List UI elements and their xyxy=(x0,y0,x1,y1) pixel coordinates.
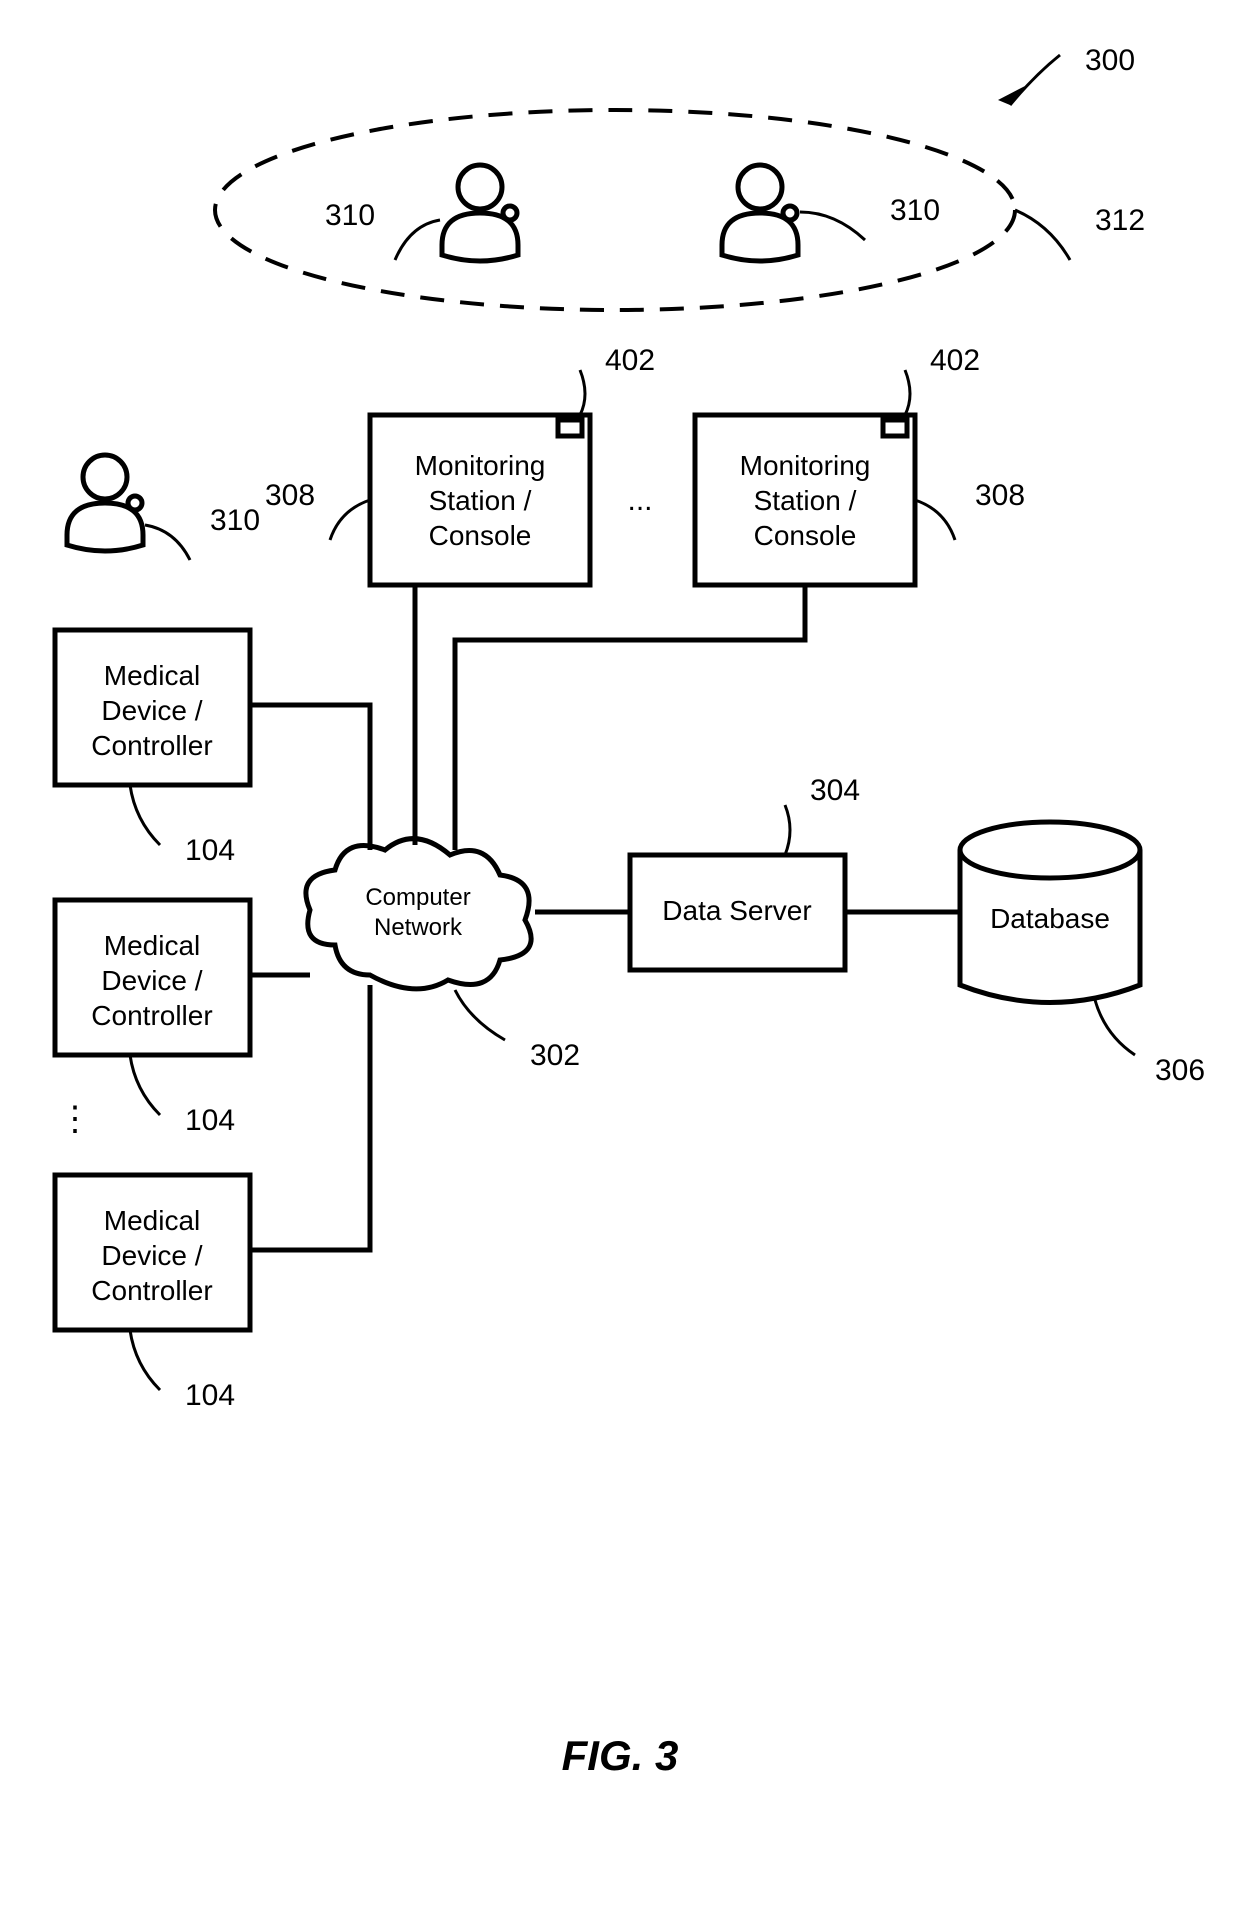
medical-device-box: Medical Device / Controller xyxy=(55,630,250,785)
ref-306: 306 xyxy=(1155,1054,1205,1087)
leader-402 xyxy=(580,370,585,415)
ref-304: 304 xyxy=(810,774,860,807)
monitoring-line1: Monitoring xyxy=(740,450,871,481)
monitoring-line2: Station / xyxy=(754,485,857,516)
ref-402: 402 xyxy=(930,344,980,377)
leader-312 xyxy=(1015,210,1070,260)
leader-302 xyxy=(455,990,505,1040)
ref-312: 312 xyxy=(1095,204,1145,237)
monitoring-line3: Console xyxy=(429,520,532,551)
monitoring-station-box: Monitoring Station / Console xyxy=(695,415,915,585)
svg-text:Medical: Medical xyxy=(104,930,200,961)
user-icon xyxy=(722,165,798,261)
svg-text:Data Server: Data Server xyxy=(662,895,811,926)
ref-308: 308 xyxy=(975,479,1025,512)
leader-306 xyxy=(1095,1000,1135,1055)
ref-310: 310 xyxy=(890,194,940,227)
svg-text:Medical: Medical xyxy=(104,660,200,691)
user-icon xyxy=(67,455,143,551)
leader-104 xyxy=(130,785,160,845)
connector xyxy=(455,585,805,850)
cloud-network: Computer Network xyxy=(306,839,531,989)
leader-402 xyxy=(905,370,910,415)
svg-text:Device /: Device / xyxy=(101,965,202,996)
leader-310 xyxy=(800,212,865,240)
svg-text:Device /: Device / xyxy=(101,695,202,726)
ref-302: 302 xyxy=(530,1039,580,1072)
ref-308: 308 xyxy=(265,479,315,512)
ref-310: 310 xyxy=(325,199,375,232)
monitoring-line3: Console xyxy=(754,520,857,551)
ellipsis-vertical: ⋮ xyxy=(58,1100,92,1138)
svg-text:Medical: Medical xyxy=(104,1205,200,1236)
database-cylinder: Database xyxy=(960,822,1140,1003)
leader-310 xyxy=(395,220,440,260)
ref-310: 310 xyxy=(210,504,260,537)
ellipsis-horizontal: ... xyxy=(627,484,652,517)
connector xyxy=(250,705,370,850)
leader-310 xyxy=(145,525,190,560)
connector xyxy=(250,985,370,1250)
svg-text:Network: Network xyxy=(374,914,463,941)
ref-104: 104 xyxy=(185,1379,235,1412)
ref-104: 104 xyxy=(185,834,235,867)
leader-104 xyxy=(130,1055,160,1115)
leader-308 xyxy=(330,500,370,540)
monitoring-line1: Monitoring xyxy=(415,450,546,481)
ref-104: 104 xyxy=(185,1104,235,1137)
svg-text:Controller: Controller xyxy=(91,1275,212,1306)
ref-300: 300 xyxy=(1085,44,1135,77)
svg-text:Controller: Controller xyxy=(91,730,212,761)
leader-304 xyxy=(785,805,790,855)
monitoring-line2: Station / xyxy=(429,485,532,516)
svg-text:Computer: Computer xyxy=(365,884,470,911)
diagram-canvas: 300 312 310 310 310 Monitoring Station /… xyxy=(0,0,1240,1932)
data-server-box: Data Server xyxy=(630,855,845,970)
figure-caption: FIG. 3 xyxy=(562,1732,679,1779)
monitoring-station-box: Monitoring Station / Console xyxy=(370,415,590,585)
user-icon xyxy=(442,165,518,261)
ref-arrow-300: 300 xyxy=(998,44,1135,105)
svg-text:Controller: Controller xyxy=(91,1000,212,1031)
leader-308 xyxy=(915,500,955,540)
svg-text:Device /: Device / xyxy=(101,1240,202,1271)
ref-402: 402 xyxy=(605,344,655,377)
medical-device-box: Medical Device / Controller xyxy=(55,900,250,1055)
leader-104 xyxy=(130,1330,160,1390)
svg-text:Database: Database xyxy=(990,903,1110,934)
medical-device-box: Medical Device / Controller xyxy=(55,1175,250,1330)
